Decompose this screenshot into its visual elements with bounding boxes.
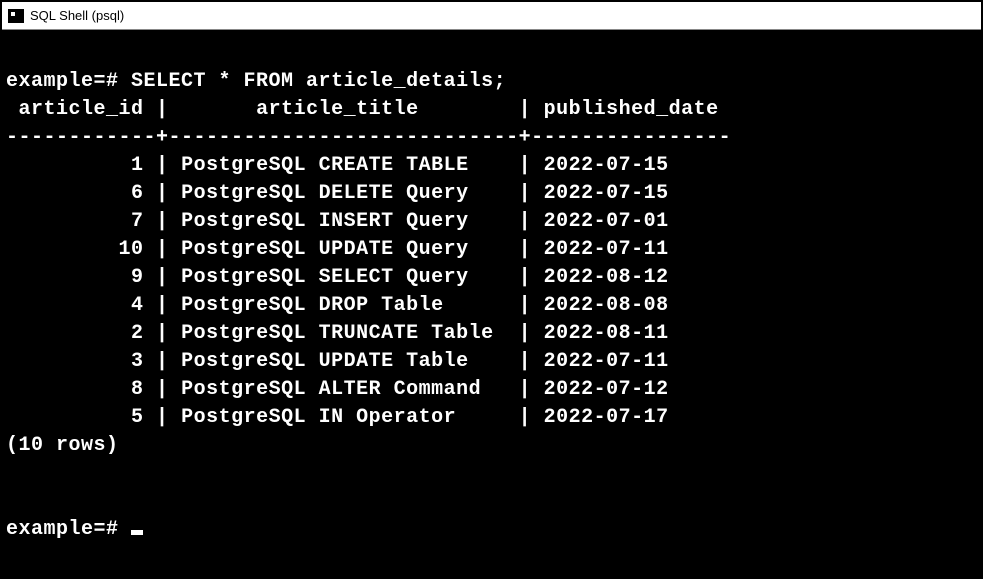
prompt-prefix: example=# bbox=[6, 70, 131, 93]
table-row: 3 | PostgreSQL UPDATE Table | 2022-07-11 bbox=[6, 350, 669, 373]
terminal-output[interactable]: example=# SELECT * FROM article_details;… bbox=[2, 30, 981, 554]
terminal-icon bbox=[8, 9, 24, 23]
sql-command: SELECT * FROM article_details; bbox=[131, 70, 506, 93]
cursor-icon bbox=[131, 530, 143, 535]
table-divider: ------------+---------------------------… bbox=[6, 126, 731, 149]
table-row: 6 | PostgreSQL DELETE Query | 2022-07-15 bbox=[6, 182, 669, 205]
table-row: 2 | PostgreSQL TRUNCATE Table | 2022-08-… bbox=[6, 322, 669, 345]
col-header-id: article_id bbox=[19, 98, 144, 121]
table-row: 1 | PostgreSQL CREATE TABLE | 2022-07-15 bbox=[6, 154, 669, 177]
window-title: SQL Shell (psql) bbox=[30, 8, 124, 23]
prompt-line: example=# SELECT * FROM article_details; bbox=[6, 70, 506, 93]
prompt-line-2: example=# bbox=[6, 518, 143, 541]
col-header-title: article_title bbox=[256, 98, 419, 121]
table-row: 4 | PostgreSQL DROP Table | 2022-08-08 bbox=[6, 294, 669, 317]
table-row: 10 | PostgreSQL UPDATE Query | 2022-07-1… bbox=[6, 238, 669, 261]
table-row: 7 | PostgreSQL INSERT Query | 2022-07-01 bbox=[6, 210, 669, 233]
sql-shell-window: SQL Shell (psql) example=# SELECT * FROM… bbox=[0, 0, 983, 579]
prompt-prefix-2: example=# bbox=[6, 518, 131, 541]
table-header-line: article_id | article_title | published_d… bbox=[6, 98, 719, 121]
row-count: (10 rows) bbox=[6, 434, 119, 457]
titlebar[interactable]: SQL Shell (psql) bbox=[2, 2, 981, 30]
table-row: 9 | PostgreSQL SELECT Query | 2022-08-12 bbox=[6, 266, 669, 289]
table-row: 8 | PostgreSQL ALTER Command | 2022-07-1… bbox=[6, 378, 669, 401]
table-row: 5 | PostgreSQL IN Operator | 2022-07-17 bbox=[6, 406, 669, 429]
col-header-date: published_date bbox=[544, 98, 719, 121]
